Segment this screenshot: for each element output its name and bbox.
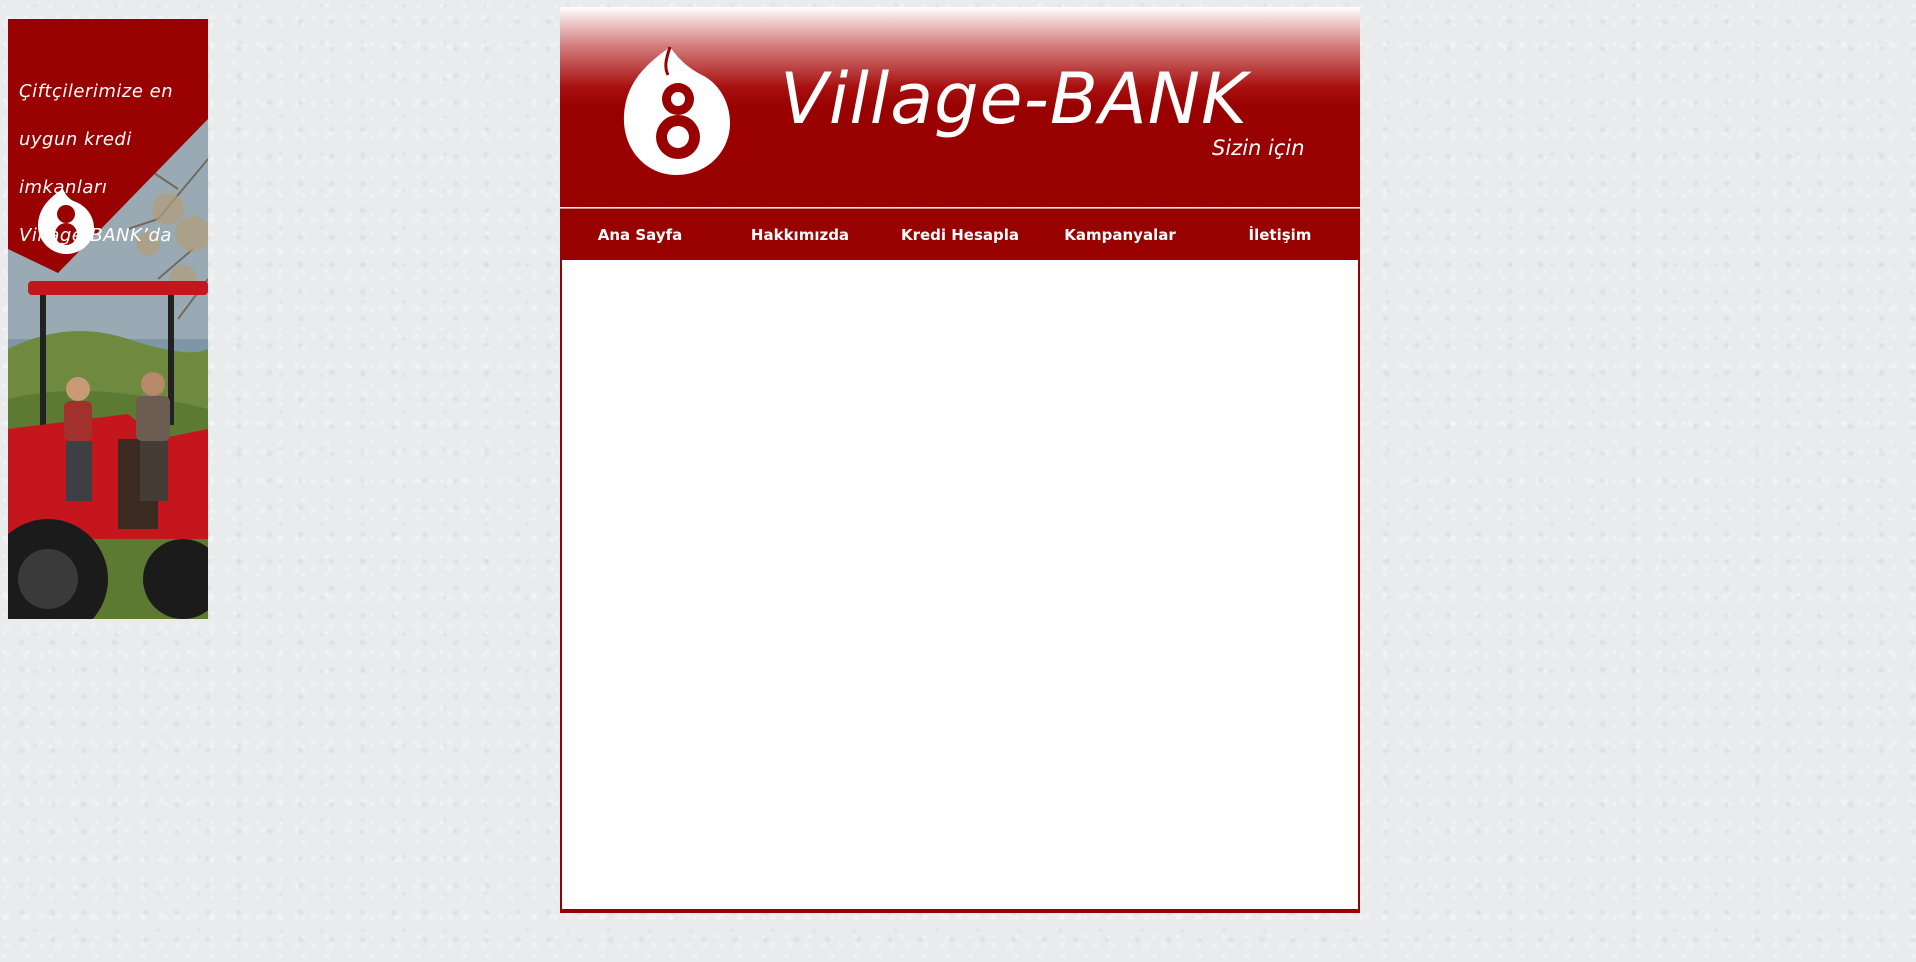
- nav-item-kampanyalar[interactable]: Kampanyalar: [1040, 209, 1200, 261]
- ad-headline-line: uygun kredi: [19, 129, 132, 150]
- site-header: Village-BANK Sizin için: [560, 7, 1360, 207]
- village-bank-logo-icon[interactable]: [608, 41, 738, 181]
- ad-banner[interactable]: Çiftçilerimize en uygun kredi imkanları …: [8, 19, 208, 619]
- nav-item-hakkimizda[interactable]: Hakkımızda: [720, 209, 880, 261]
- brand-title: Village-BANK: [780, 58, 1249, 140]
- main-nav: Ana Sayfa Hakkımızda Kredi Hesapla Kampa…: [560, 208, 1360, 261]
- nav-item-ana-sayfa[interactable]: Ana Sayfa: [560, 209, 720, 261]
- ad-headline: Çiftçilerimize en uygun kredi imkanları …: [19, 56, 189, 272]
- ad-headline-line: Çiftçilerimize en: [19, 81, 174, 102]
- brand-tagline: Sizin için: [1212, 136, 1305, 160]
- ad-headline-line: imkanları: [19, 177, 108, 198]
- nav-item-iletisim[interactable]: İletişim: [1200, 209, 1360, 261]
- site-container: Village-BANK Sizin için Ana Sayfa Hakkım…: [560, 7, 1360, 913]
- content-area: [560, 260, 1360, 913]
- ad-headline-line: Village-BANK’da: [19, 225, 172, 246]
- nav-item-kredi-hesapla[interactable]: Kredi Hesapla: [880, 209, 1040, 261]
